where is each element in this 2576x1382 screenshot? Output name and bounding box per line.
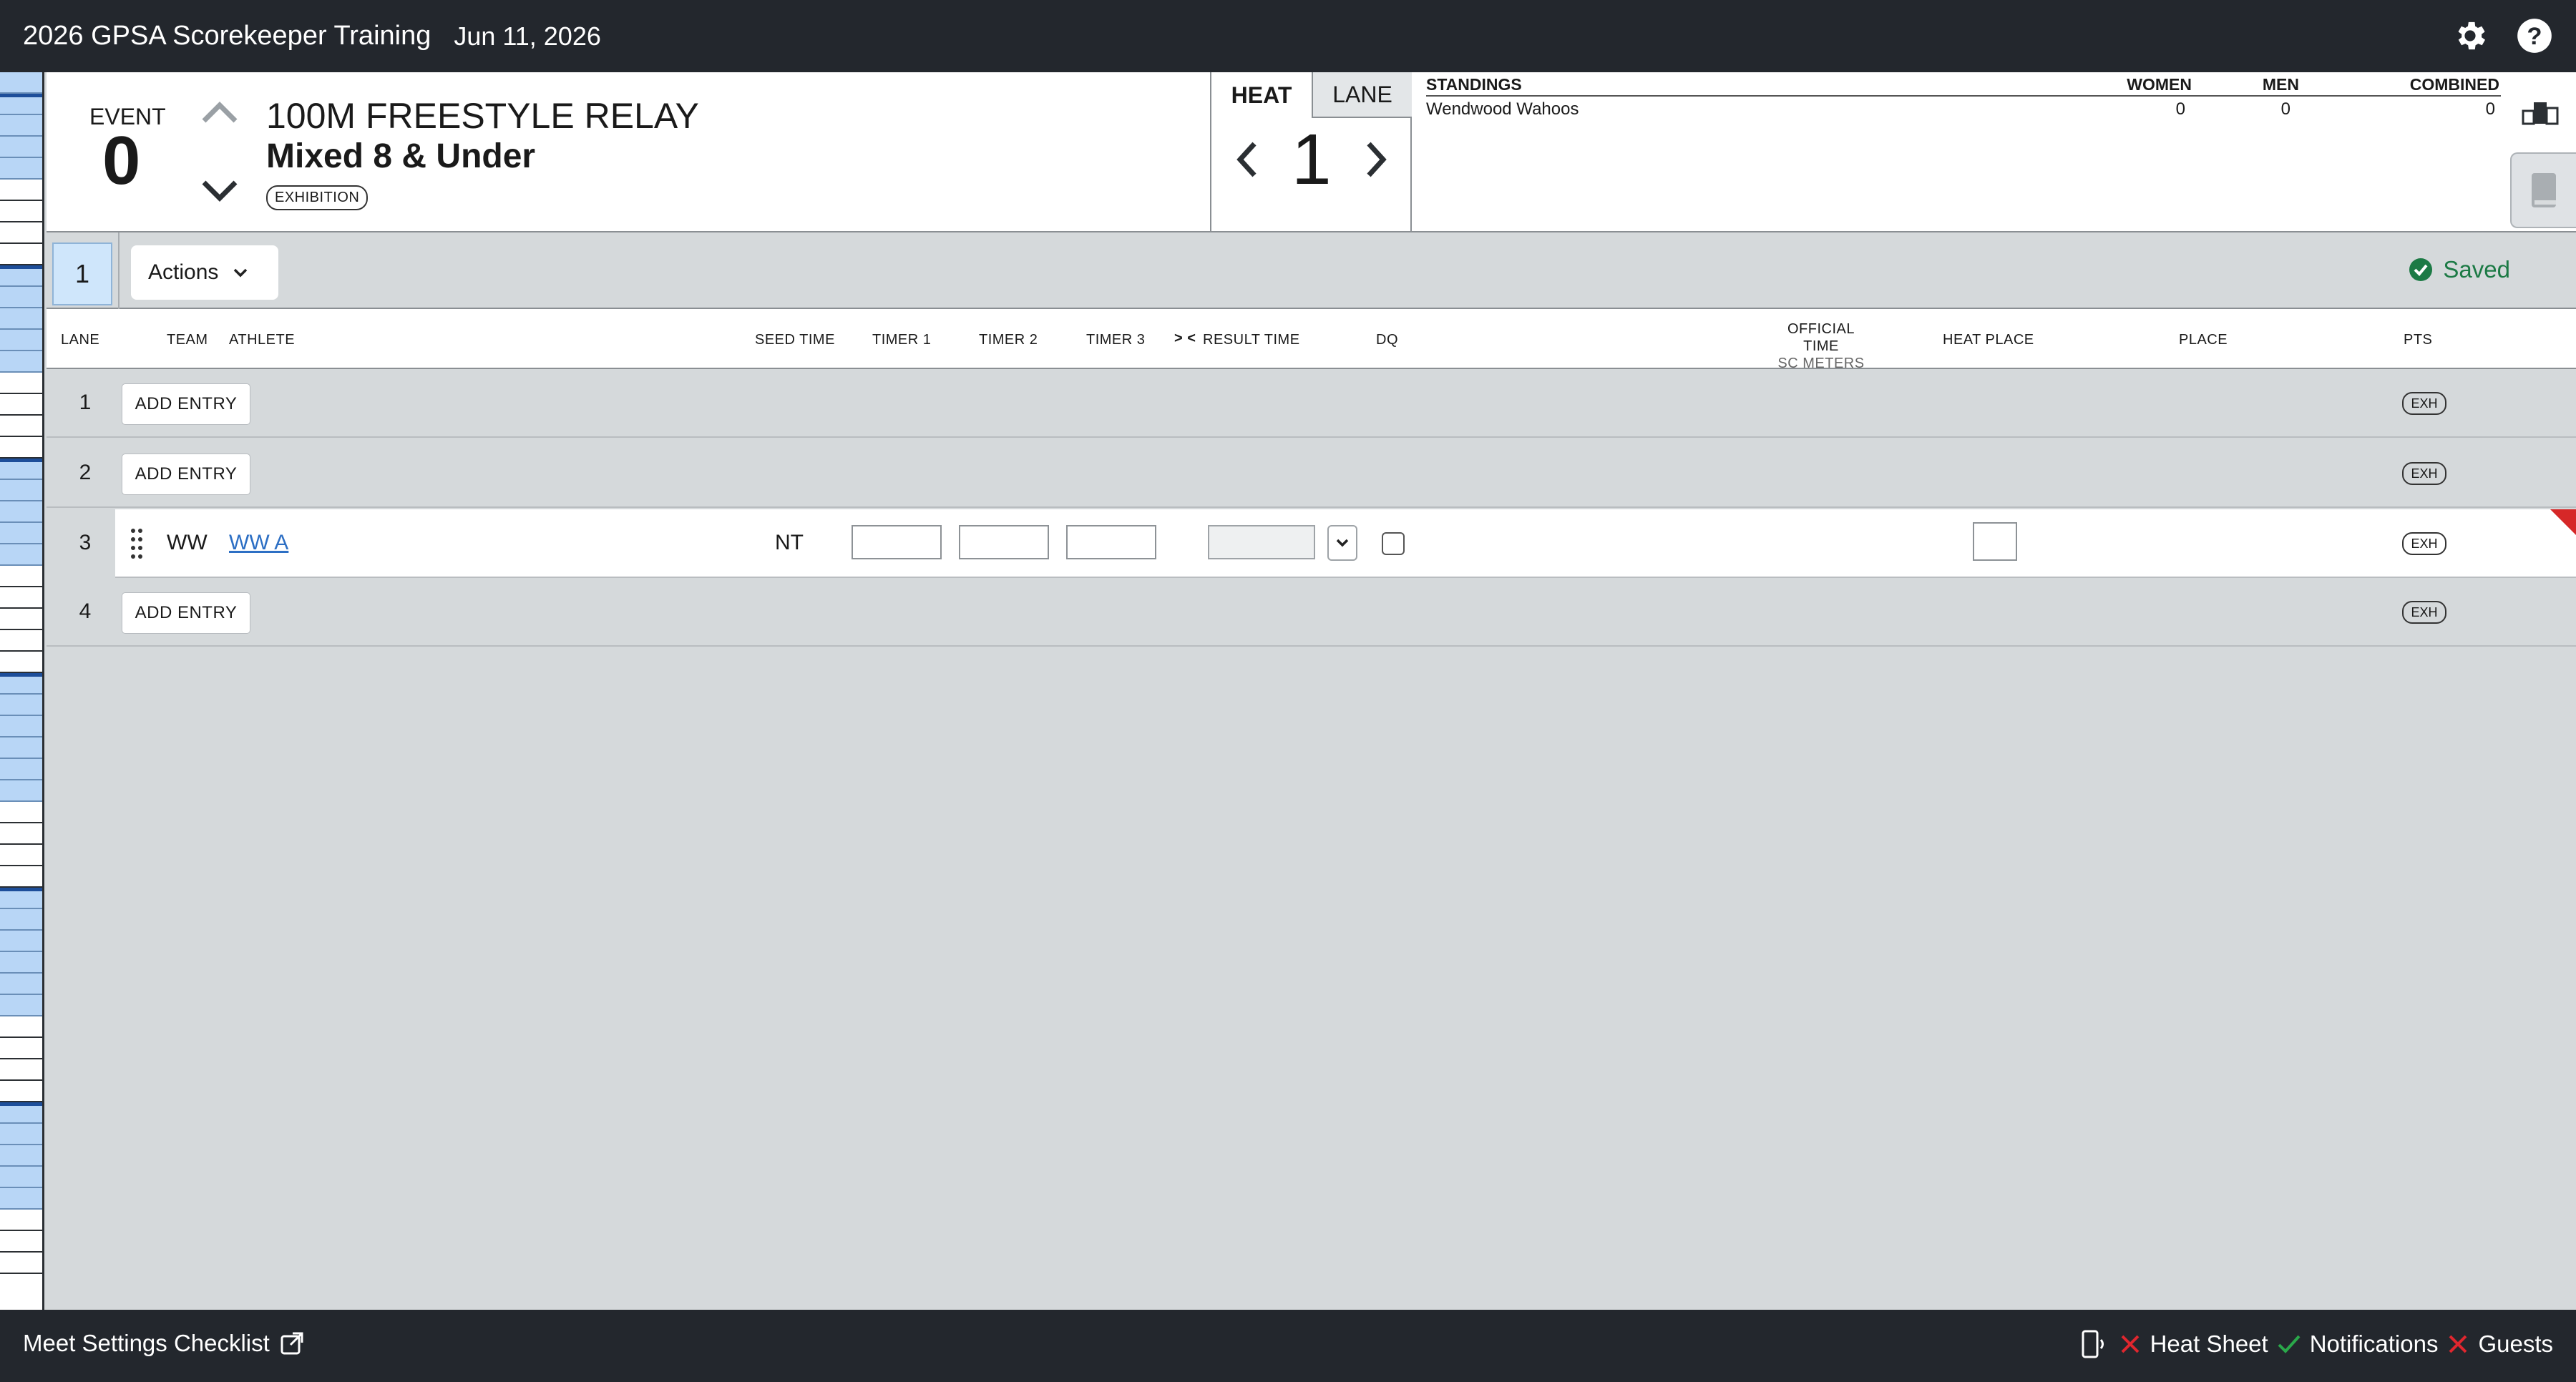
standings-combined-value: 0 bbox=[2485, 99, 2495, 119]
timer-1-input[interactable] bbox=[852, 525, 942, 559]
col-team: TEAM bbox=[167, 332, 208, 348]
event-header: EVENT 0 100M FREESTYLE RELAY Mixed 8 & U… bbox=[47, 72, 2576, 232]
event-number: 0 bbox=[102, 122, 141, 199]
heat-place-input[interactable] bbox=[1973, 522, 2017, 561]
standings-col-men: MEN bbox=[2262, 75, 2299, 94]
heat-number: 1 bbox=[1292, 119, 1332, 200]
event-previous-icon[interactable] bbox=[198, 98, 241, 127]
lane-number: 4 bbox=[79, 599, 92, 623]
tab-heat[interactable]: HEAT bbox=[1211, 72, 1312, 118]
heat-navigator: HEAT LANE 1 bbox=[1210, 72, 1412, 232]
exh-badge: EXH bbox=[2402, 462, 2446, 485]
lane-number: 3 bbox=[79, 531, 92, 554]
heat-sheet-status[interactable]: Heat Sheet bbox=[2150, 1330, 2268, 1358]
col-official-time: OFFICIAL TIME SC METERS bbox=[1771, 320, 1871, 372]
heat-next-icon[interactable] bbox=[1362, 138, 1390, 181]
seed-time: NT bbox=[775, 531, 804, 554]
standings-panel: STANDINGS WOMEN MEN COMBINED Wendwood Wa… bbox=[1426, 72, 2514, 232]
meet-settings-checklist-link[interactable]: Meet Settings Checklist bbox=[23, 1330, 304, 1357]
event-subtitle: Mixed 8 & Under bbox=[266, 137, 536, 175]
gear-icon[interactable] bbox=[2451, 17, 2489, 54]
event-list-strip[interactable] bbox=[0, 72, 44, 1310]
tab-lane[interactable]: LANE bbox=[1312, 72, 1412, 118]
help-icon[interactable]: ? bbox=[2516, 17, 2553, 54]
exhibition-badge: EXHIBITION bbox=[266, 185, 369, 210]
result-time-dropdown[interactable] bbox=[1327, 525, 1357, 561]
standings-men-value: 0 bbox=[2280, 99, 2290, 119]
event-name: 100M FREESTYLE RELAY bbox=[266, 96, 699, 136]
col-place: PLACE bbox=[2179, 332, 2228, 348]
meet-date: Jun 11, 2026 bbox=[454, 21, 601, 51]
col-timer-3: TIMER 3 bbox=[1086, 332, 1146, 348]
actions-dropdown[interactable]: Actions bbox=[131, 245, 278, 300]
heat-sheet-book-button[interactable] bbox=[2510, 152, 2576, 228]
standings-women-value: 0 bbox=[2175, 99, 2185, 119]
col-dq: DQ bbox=[1376, 332, 1398, 348]
add-entry-button[interactable]: ADD ENTRY bbox=[122, 383, 250, 425]
col-timer-2: TIMER 2 bbox=[979, 332, 1038, 348]
standings-title: STANDINGS bbox=[1426, 75, 1522, 94]
standings-col-women: WOMEN bbox=[2127, 75, 2192, 94]
team-code: WW bbox=[167, 531, 208, 554]
lane-number: 2 bbox=[79, 461, 92, 484]
lane-number: 1 bbox=[79, 391, 92, 414]
app-title: 2026 GPSA Scorekeeper Training bbox=[23, 21, 431, 51]
standings-col-combined: COMBINED bbox=[2409, 75, 2499, 94]
dq-checkbox[interactable] bbox=[1382, 532, 1405, 555]
check-icon bbox=[2278, 1335, 2301, 1353]
col-seed-time: SEED TIME bbox=[755, 332, 835, 348]
actions-label: Actions bbox=[148, 260, 219, 284]
svg-text:?: ? bbox=[2527, 23, 2542, 50]
table-row: 3 WW WW A NT EXH bbox=[47, 509, 2576, 578]
x-icon bbox=[2449, 1335, 2467, 1353]
swap-times-icon[interactable]: > < bbox=[1174, 330, 1196, 347]
guests-status[interactable]: Guests bbox=[2478, 1330, 2553, 1358]
saved-label: Saved bbox=[2443, 256, 2510, 283]
top-bar: 2026 GPSA Scorekeeper Training Jun 11, 2… bbox=[0, 0, 2576, 72]
col-heat-place: HEAT PLACE bbox=[1943, 332, 2034, 348]
col-timer-1: TIMER 1 bbox=[872, 332, 932, 348]
results-table-header: LANE TEAM ATHLETE SEED TIME TIMER 1 TIME… bbox=[47, 309, 2576, 372]
col-lane: LANE bbox=[61, 332, 100, 348]
check-circle-icon bbox=[2409, 258, 2433, 281]
status-indicators: Heat Sheet Notifications Guests bbox=[2079, 1328, 2553, 1360]
drag-handle-icon[interactable] bbox=[128, 526, 145, 561]
timer-3-input[interactable] bbox=[1066, 525, 1156, 559]
table-row: 4 ADD ENTRY EXH bbox=[47, 578, 2576, 647]
device-icon[interactable] bbox=[2079, 1328, 2110, 1360]
chevron-down-icon bbox=[1336, 539, 1349, 547]
podium-icon[interactable] bbox=[2522, 97, 2559, 125]
event-next-icon[interactable] bbox=[198, 177, 241, 205]
standings-team: Wendwood Wahoos bbox=[1426, 99, 1579, 119]
chevron-down-icon bbox=[234, 268, 248, 278]
book-icon bbox=[2532, 173, 2556, 207]
notifications-status[interactable]: Notifications bbox=[2310, 1330, 2439, 1358]
add-entry-button[interactable]: ADD ENTRY bbox=[122, 592, 250, 634]
bottom-bar: Meet Settings Checklist Heat Sheet Notif… bbox=[0, 1310, 2576, 1382]
athlete-link[interactable]: WW A bbox=[229, 531, 288, 555]
external-link-icon bbox=[280, 1332, 303, 1355]
official-time-label: OFFICIAL TIME bbox=[1787, 321, 1855, 354]
add-entry-button[interactable]: ADD ENTRY bbox=[122, 454, 250, 495]
heat-previous-icon[interactable] bbox=[1233, 138, 1262, 181]
timer-2-input[interactable] bbox=[959, 525, 1049, 559]
x-icon bbox=[2121, 1335, 2139, 1353]
heat-toolbar: 1 Actions Saved bbox=[47, 232, 2576, 309]
exh-badge: EXH bbox=[2402, 601, 2446, 624]
col-result-time: RESULT TIME bbox=[1203, 332, 1300, 348]
table-row: 2 ADD ENTRY EXH bbox=[47, 439, 2576, 508]
exh-badge: EXH bbox=[2402, 392, 2446, 415]
table-row: 1 ADD ENTRY EXH bbox=[47, 369, 2576, 438]
saved-status: Saved bbox=[2409, 256, 2510, 283]
col-athlete: ATHLETE bbox=[229, 332, 296, 348]
checklist-label: Meet Settings Checklist bbox=[23, 1330, 270, 1356]
error-flag bbox=[2550, 509, 2576, 535]
heat-chip-1[interactable]: 1 bbox=[52, 242, 112, 305]
result-time-input[interactable] bbox=[1208, 525, 1315, 559]
col-pts: PTS bbox=[2404, 332, 2433, 348]
exh-badge: EXH bbox=[2402, 532, 2446, 555]
